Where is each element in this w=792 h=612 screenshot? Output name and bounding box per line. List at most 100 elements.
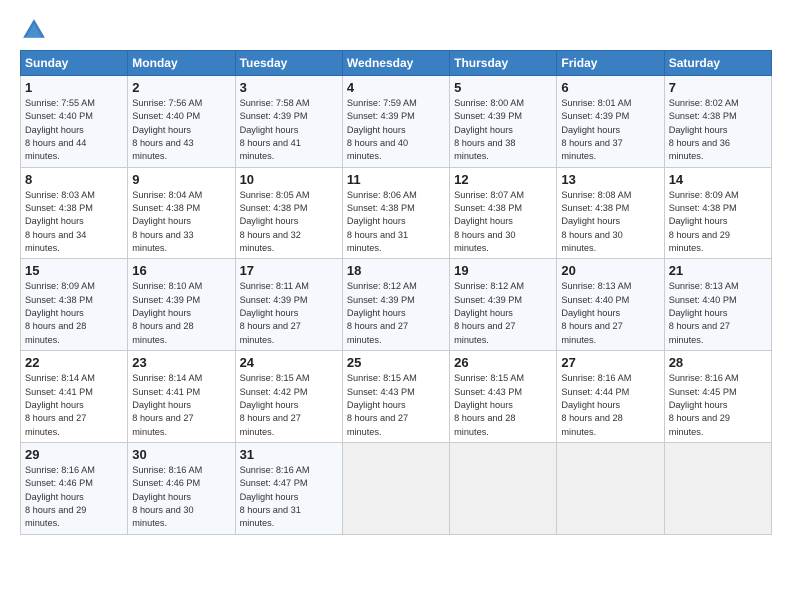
day-cell: 27Sunrise: 8:16 AMSunset: 4:44 PMDayligh… — [557, 351, 664, 443]
cell-info: Sunrise: 8:14 AMSunset: 4:41 PMDaylight … — [132, 373, 202, 436]
day-number: 8 — [25, 172, 123, 187]
day-number: 19 — [454, 263, 552, 278]
logo-icon — [20, 16, 48, 44]
day-number: 21 — [669, 263, 767, 278]
day-cell: 21 Sunrise: 8:13 AMSunset: 4:40 PMDayligh… — [664, 259, 771, 351]
cell-info: Sunrise: 8:03 AMSunset: 4:38 PMDaylight … — [25, 190, 95, 253]
cell-info: Sunrise: 8:10 AMSunset: 4:39 PMDaylight … — [132, 281, 202, 344]
day-number: 13 — [561, 172, 659, 187]
col-header-tuesday: Tuesday — [235, 51, 342, 76]
cell-info: Sunrise: 7:56 AMSunset: 4:40 PMDaylight … — [132, 98, 202, 161]
day-number: 12 — [454, 172, 552, 187]
cell-info: Sunrise: 8:11 AMSunset: 4:39 PMDaylight … — [240, 281, 309, 344]
day-number: 25 — [347, 355, 445, 370]
day-number: 5 — [454, 80, 552, 95]
day-cell: 3Sunrise: 7:58 AMSunset: 4:39 PMDaylight… — [235, 76, 342, 168]
header — [20, 16, 772, 44]
day-cell: 14 Sunrise: 8:09 AMSunset: 4:38 PMDayligh… — [664, 167, 771, 259]
cell-info: Sunrise: 8:16 AMSunset: 4:46 PMDaylight … — [132, 465, 202, 528]
col-header-saturday: Saturday — [664, 51, 771, 76]
day-number: 14 — [669, 172, 767, 187]
day-number: 6 — [561, 80, 659, 95]
day-cell: 26 Sunrise: 8:15 AMSunset: 4:43 PMDayligh… — [450, 351, 557, 443]
cell-info: Sunrise: 8:15 AMSunset: 4:43 PMDaylight … — [454, 373, 524, 436]
day-number: 4 — [347, 80, 445, 95]
day-cell: 9 Sunrise: 8:04 AMSunset: 4:38 PMDaylight… — [128, 167, 235, 259]
day-number: 10 — [240, 172, 338, 187]
day-cell: 16 Sunrise: 8:10 AMSunset: 4:39 PMDayligh… — [128, 259, 235, 351]
day-cell: 11 Sunrise: 8:06 AMSunset: 4:38 PMDayligh… — [342, 167, 449, 259]
cell-info: Sunrise: 8:08 AMSunset: 4:38 PMDaylight … — [561, 190, 631, 253]
day-number: 11 — [347, 172, 445, 187]
day-number: 29 — [25, 447, 123, 462]
day-cell — [342, 442, 449, 534]
day-cell: 12Sunrise: 8:07 AMSunset: 4:38 PMDayligh… — [450, 167, 557, 259]
week-row-1: 1 Sunrise: 7:55 AMSunset: 4:40 PMDaylight… — [21, 76, 772, 168]
day-number: 9 — [132, 172, 230, 187]
cell-info: Sunrise: 8:16 AMSunset: 4:47 PMDaylight … — [240, 465, 310, 528]
header-row: SundayMondayTuesdayWednesdayThursdayFrid… — [21, 51, 772, 76]
day-number: 23 — [132, 355, 230, 370]
col-header-wednesday: Wednesday — [342, 51, 449, 76]
col-header-thursday: Thursday — [450, 51, 557, 76]
day-cell: 23 Sunrise: 8:14 AMSunset: 4:41 PMDayligh… — [128, 351, 235, 443]
day-cell: 18Sunrise: 8:12 AMSunset: 4:39 PMDayligh… — [342, 259, 449, 351]
cell-info: Sunrise: 8:12 AMSunset: 4:39 PMDaylight … — [454, 281, 524, 344]
day-cell — [557, 442, 664, 534]
day-cell: 2 Sunrise: 7:56 AMSunset: 4:40 PMDaylight… — [128, 76, 235, 168]
cell-info: Sunrise: 8:06 AMSunset: 4:38 PMDaylight … — [347, 190, 417, 253]
day-number: 26 — [454, 355, 552, 370]
week-row-4: 22 Sunrise: 8:14 AMSunset: 4:41 PMDayligh… — [21, 351, 772, 443]
day-number: 22 — [25, 355, 123, 370]
cell-info: Sunrise: 8:16 AMSunset: 4:45 PMDaylight … — [669, 373, 739, 436]
day-number: 28 — [669, 355, 767, 370]
cell-info: Sunrise: 8:14 AMSunset: 4:41 PMDaylight … — [25, 373, 95, 436]
cell-info: Sunrise: 8:01 AMSunset: 4:39 PMDaylight … — [561, 98, 631, 161]
day-number: 16 — [132, 263, 230, 278]
day-cell: 24 Sunrise: 8:15 AMSunset: 4:42 PMDayligh… — [235, 351, 342, 443]
day-number: 3 — [240, 80, 338, 95]
day-cell: 1 Sunrise: 7:55 AMSunset: 4:40 PMDaylight… — [21, 76, 128, 168]
day-cell: 8 Sunrise: 8:03 AMSunset: 4:38 PMDaylight… — [21, 167, 128, 259]
day-cell: 15Sunrise: 8:09 AMSunset: 4:38 PMDayligh… — [21, 259, 128, 351]
cell-info: Sunrise: 8:15 AMSunset: 4:43 PMDaylight … — [347, 373, 417, 436]
cell-info: Sunrise: 8:16 AMSunset: 4:46 PMDaylight … — [25, 465, 95, 528]
cell-info: Sunrise: 8:09 AMSunset: 4:38 PMDaylight … — [669, 190, 739, 253]
col-header-friday: Friday — [557, 51, 664, 76]
cell-info: Sunrise: 8:04 AMSunset: 4:38 PMDaylight … — [132, 190, 202, 253]
day-number: 31 — [240, 447, 338, 462]
day-cell: 17 Sunrise: 8:11 AMSunset: 4:39 PMDayligh… — [235, 259, 342, 351]
day-cell: 10 Sunrise: 8:05 AMSunset: 4:38 PMDayligh… — [235, 167, 342, 259]
col-header-sunday: Sunday — [21, 51, 128, 76]
cell-info: Sunrise: 8:05 AMSunset: 4:38 PMDaylight … — [240, 190, 310, 253]
day-number: 17 — [240, 263, 338, 278]
day-cell: 20Sunrise: 8:13 AMSunset: 4:40 PMDayligh… — [557, 259, 664, 351]
day-number: 18 — [347, 263, 445, 278]
page: SundayMondayTuesdayWednesdayThursdayFrid… — [0, 0, 792, 547]
cell-info: Sunrise: 7:55 AMSunset: 4:40 PMDaylight … — [25, 98, 95, 161]
day-cell: 29 Sunrise: 8:16 AMSunset: 4:46 PMDayligh… — [21, 442, 128, 534]
day-cell: 25 Sunrise: 8:15 AMSunset: 4:43 PMDayligh… — [342, 351, 449, 443]
day-number: 27 — [561, 355, 659, 370]
day-cell: 4Sunrise: 7:59 AMSunset: 4:39 PMDaylight… — [342, 76, 449, 168]
cell-info: Sunrise: 8:13 AMSunset: 4:40 PMDaylight … — [669, 281, 739, 344]
day-cell — [664, 442, 771, 534]
col-header-monday: Monday — [128, 51, 235, 76]
day-cell: 30 Sunrise: 8:16 AMSunset: 4:46 PMDayligh… — [128, 442, 235, 534]
day-number: 1 — [25, 80, 123, 95]
day-cell: 28 Sunrise: 8:16 AMSunset: 4:45 PMDayligh… — [664, 351, 771, 443]
day-cell: 31 Sunrise: 8:16 AMSunset: 4:47 PMDayligh… — [235, 442, 342, 534]
day-number: 20 — [561, 263, 659, 278]
day-number: 30 — [132, 447, 230, 462]
cell-info: Sunrise: 8:15 AMSunset: 4:42 PMDaylight … — [240, 373, 310, 436]
day-cell: 13 Sunrise: 8:08 AMSunset: 4:38 PMDayligh… — [557, 167, 664, 259]
day-cell: 19 Sunrise: 8:12 AMSunset: 4:39 PMDayligh… — [450, 259, 557, 351]
week-row-5: 29 Sunrise: 8:16 AMSunset: 4:46 PMDayligh… — [21, 442, 772, 534]
calendar-table: SundayMondayTuesdayWednesdayThursdayFrid… — [20, 50, 772, 535]
cell-info: Sunrise: 8:00 AMSunset: 4:39 PMDaylight … — [454, 98, 524, 161]
day-cell — [450, 442, 557, 534]
cell-info: Sunrise: 8:02 AMSunset: 4:38 PMDaylight … — [669, 98, 739, 161]
day-number: 2 — [132, 80, 230, 95]
day-number: 15 — [25, 263, 123, 278]
day-number: 24 — [240, 355, 338, 370]
